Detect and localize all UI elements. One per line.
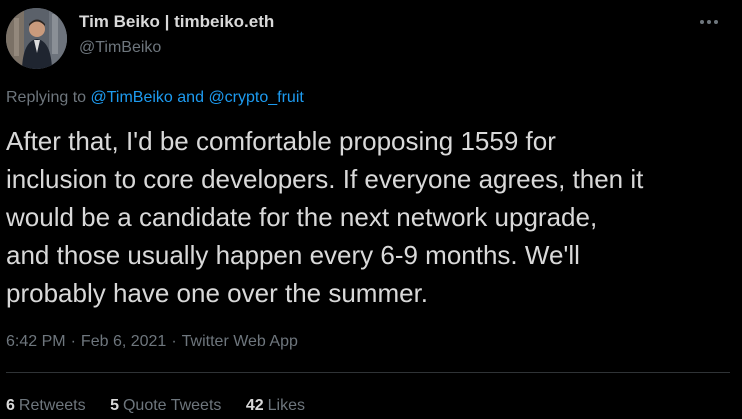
retweets-count: 6 [6,397,15,414]
meta-separator: · [171,333,177,350]
reply-prefix: Replying to [6,89,87,106]
quote-tweets-label: Quote Tweets [122,397,222,414]
reply-context: Replying to @TimBeiko and @crypto_fruit [6,87,304,109]
tweet-card: Tim Beiko | timbeiko.eth @TimBeiko Reply… [0,0,742,419]
retweets-stat[interactable]: 6 Retweets [6,397,86,414]
tweet-source[interactable]: Twitter Web App [182,333,298,350]
likes-label: Likes [267,397,306,414]
author-block: Tim Beiko | timbeiko.eth @TimBeiko [79,11,274,59]
avatar[interactable] [6,8,67,69]
more-horizontal-icon-dot [707,20,711,24]
mention-link-crypto-fruit[interactable]: @crypto_fruit [208,89,303,106]
quote-tweets-count: 5 [110,397,119,414]
tweet-meta: 6:42 PM · Feb 6, 2021 · Twitter Web App [6,331,298,353]
tweet-text: After that, I'd be comfortable proposing… [6,126,644,308]
meta-separator: · [70,333,76,350]
tweet-time[interactable]: 6:42 PM [6,333,66,350]
likes-stat[interactable]: 42 Likes [246,397,305,414]
tweet-date[interactable]: Feb 6, 2021 [81,333,166,350]
more-horizontal-icon [700,20,704,24]
likes-count: 42 [245,397,264,414]
more-horizontal-icon-dot [714,20,718,24]
user-handle[interactable]: @TimBeiko [79,37,274,59]
engagement-stats: 6 Retweets 5 Quote Tweets 42 Likes [6,395,325,417]
quote-tweets-stat[interactable]: 5 Quote Tweets [110,397,221,414]
divider [6,372,730,373]
reply-connector: and [177,89,204,106]
retweets-label: Retweets [18,397,86,414]
mention-link-timbeiko[interactable]: @TimBeiko [91,89,173,106]
display-name[interactable]: Tim Beiko | timbeiko.eth [79,11,274,33]
profile-photo-icon [6,8,67,69]
more-options-button[interactable] [696,9,722,35]
